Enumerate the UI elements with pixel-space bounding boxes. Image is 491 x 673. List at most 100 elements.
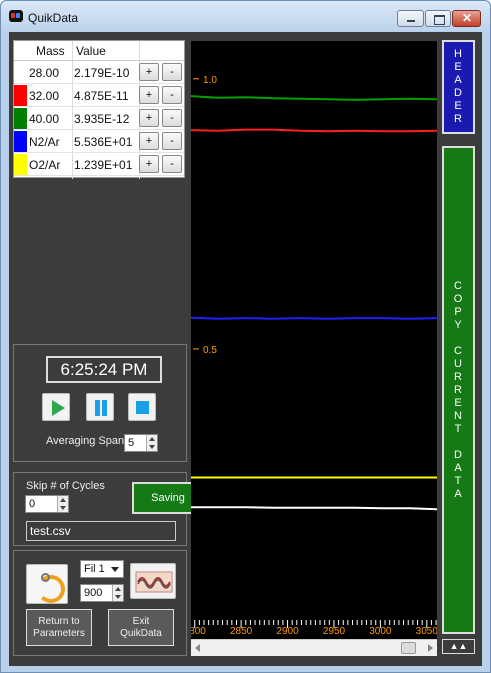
mass-table: Mass Value 28.00 2.179E-10 + - 32.00 4.8… [13, 40, 185, 179]
decrease-button[interactable]: - [162, 155, 182, 173]
spin-arrows-icon[interactable] [146, 435, 157, 451]
series-line [191, 95, 437, 101]
clock-display: 6:25:24 PM [46, 356, 162, 383]
x-tick-label: 3050 [416, 626, 437, 637]
table-row: 28.00 2.179E-10 + - [14, 61, 184, 84]
button-letter: O [453, 292, 464, 305]
mass-cell: 40.00 [29, 112, 60, 126]
button-letter: A [454, 461, 463, 474]
increase-button[interactable]: + [139, 132, 159, 150]
mass-cell: 32.00 [29, 89, 60, 103]
skip-cycles-stepper[interactable]: 0 [25, 495, 69, 513]
table-row: O2/Ar 1.239E+01 + - [14, 153, 184, 176]
x-tick-label: 2850 [230, 626, 253, 637]
mass-cell: O2/Ar [29, 158, 61, 172]
button-letter: Y [454, 318, 463, 331]
filament-select[interactable]: Fil 1 [80, 560, 124, 578]
increase-button[interactable]: + [139, 155, 159, 173]
series-line [191, 316, 437, 320]
maximize-button[interactable] [425, 10, 451, 27]
button-letter: T [454, 474, 463, 487]
minimize-button[interactable] [397, 10, 424, 27]
value-cell: 1.239E+01 [74, 158, 133, 172]
button-letter: E [454, 396, 463, 409]
app-window: QuikData Mass Value 28.00 2.179E-10 + - … [0, 0, 491, 673]
value-cell: 3.935E-12 [74, 112, 130, 126]
client-area: Mass Value 28.00 2.179E-10 + - 32.00 4.8… [9, 32, 482, 666]
decrease-button[interactable]: - [162, 86, 182, 104]
averaging-span-value: 5 [128, 437, 135, 449]
x-tick-label: 2900 [276, 626, 299, 637]
color-swatch [14, 131, 27, 152]
expand-button[interactable]: ▲▲ [442, 639, 475, 654]
horizontal-scrollbar[interactable] [191, 639, 437, 656]
skip-cycles-value: 0 [29, 498, 36, 510]
chart-area: 1.0 0.5 2800 2850 2900 2950 3000 3050 [191, 41, 437, 639]
app-icon [9, 10, 23, 22]
spin-arrows-icon[interactable] [112, 585, 123, 601]
scroll-thumb[interactable] [401, 642, 416, 654]
button-letter: D [454, 448, 463, 461]
filename-field[interactable]: test.csv [26, 521, 176, 541]
x-tick-label: 3000 [369, 626, 392, 637]
filament-select-value: Fil 1 [84, 563, 105, 575]
decrease-button[interactable]: - [162, 109, 182, 127]
button-letter [456, 436, 460, 449]
button-letter: R [454, 113, 463, 125]
table-row: 32.00 4.875E-11 + - [14, 84, 184, 107]
mass-cell: N2/Ar [29, 135, 60, 149]
color-swatch [14, 85, 27, 106]
chart: 1.0 0.5 2800 2850 2900 2950 3000 3050 [191, 75, 437, 637]
filament-stepper-value: 900 [84, 587, 103, 599]
spin-arrows-icon[interactable] [57, 496, 68, 512]
increase-button[interactable]: + [139, 63, 159, 81]
filament-stepper[interactable]: 900 [80, 584, 124, 602]
header-button[interactable]: HEADER [442, 40, 475, 134]
control-panel: Fil 1 900 Return to Parameters Exit Quik… [13, 550, 187, 656]
value-cell: 5.536E+01 [74, 135, 133, 149]
play-button[interactable] [42, 393, 70, 421]
increase-button[interactable]: + [139, 86, 159, 104]
value-cell: 4.875E-11 [74, 89, 129, 103]
table-header: Mass Value [14, 41, 184, 61]
button-letter: T [454, 422, 463, 435]
decrease-button[interactable]: - [162, 132, 182, 150]
chevron-down-icon [111, 567, 119, 572]
increase-button[interactable]: + [139, 109, 159, 127]
exit-quikdata-button[interactable]: Exit QuikData [108, 609, 174, 646]
decrease-button[interactable]: - [162, 63, 182, 81]
pause-button[interactable] [86, 393, 114, 421]
averaging-span-stepper[interactable]: 5 [124, 434, 158, 452]
return-to-parameters-button[interactable]: Return to Parameters [26, 609, 92, 646]
button-letter: R [454, 370, 463, 383]
stop-button[interactable] [128, 393, 156, 421]
x-tick-label: 2950 [323, 626, 346, 637]
button-letter [456, 332, 460, 345]
skip-cycles-label: Skip # of Cycles [26, 480, 105, 492]
scroll-right-icon[interactable] [428, 644, 433, 652]
waveform-icon [135, 571, 173, 593]
mass-column-header: Mass [36, 44, 65, 58]
button-letter: N [454, 409, 463, 422]
button-letter: A [454, 74, 463, 86]
value-cell: 2.179E-10 [74, 66, 130, 80]
color-swatch [14, 154, 27, 175]
window-title: QuikData [28, 11, 79, 25]
timer-panel: 6:25:24 PM Averaging Span 5 [13, 344, 187, 462]
button-letter: A [454, 487, 463, 500]
button-letter: D [454, 87, 463, 99]
value-column-header: Value [76, 44, 106, 58]
averaging-span-label: Averaging Span [46, 435, 125, 447]
button-letter: U [454, 357, 463, 370]
y-tick-label: 1.0 [203, 75, 217, 86]
close-button[interactable] [452, 10, 481, 27]
button-letter: C [454, 344, 463, 357]
refresh-filament-icon[interactable] [26, 564, 68, 604]
color-swatch [14, 62, 27, 83]
filament-waveform-button[interactable] [130, 563, 176, 599]
table-row: N2/Ar 5.536E+01 + - [14, 130, 184, 153]
y-tick-label: 0.5 [203, 345, 217, 356]
scroll-left-icon[interactable] [195, 644, 200, 652]
button-letter: H [454, 48, 463, 60]
copy-current-data-button[interactable]: COPY CURRENT DATA [442, 146, 475, 634]
